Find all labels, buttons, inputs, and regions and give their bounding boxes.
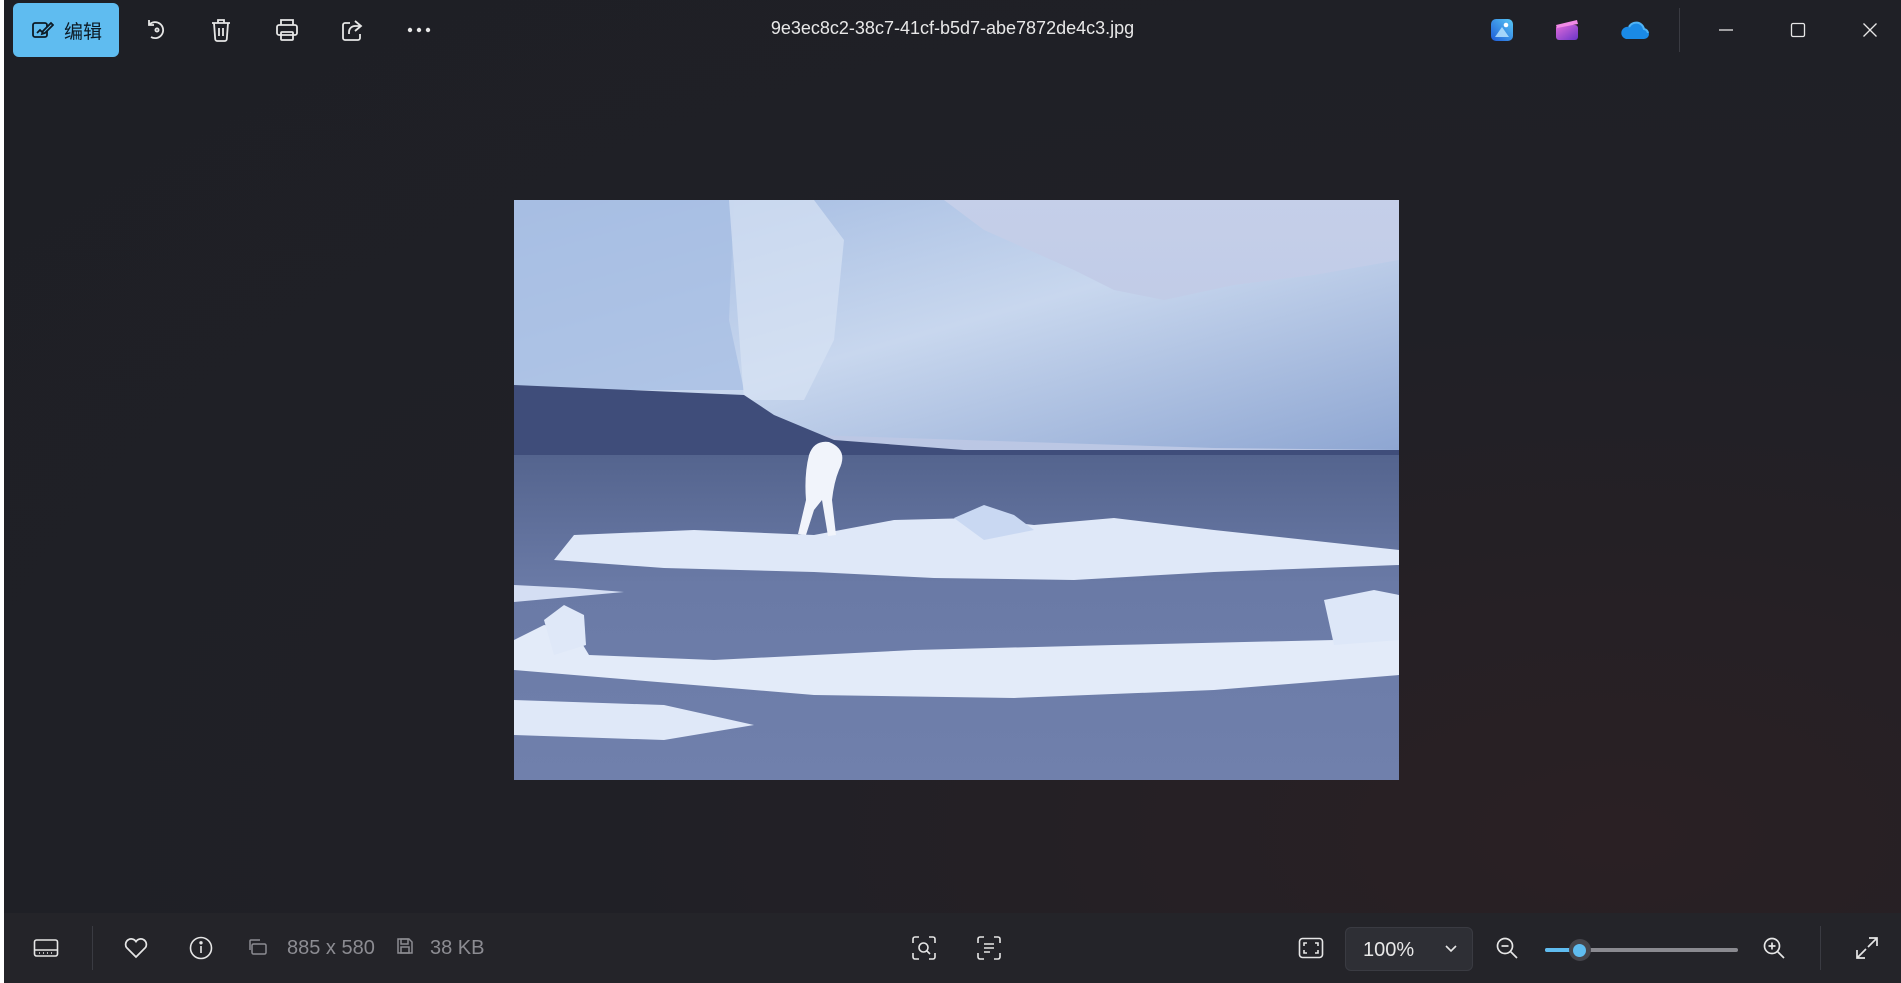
chevron-down-icon — [1444, 944, 1458, 954]
expand-icon — [1855, 936, 1879, 960]
delete-button[interactable] — [195, 6, 247, 54]
designer-app-button[interactable] — [1476, 6, 1528, 54]
clipchamp-app-icon — [1554, 18, 1580, 42]
zoom-slider-thumb[interactable] — [1568, 939, 1591, 961]
info-icon — [188, 935, 214, 961]
zoom-in-icon — [1762, 936, 1786, 960]
status-divider — [92, 926, 93, 970]
onedrive-button[interactable] — [1608, 6, 1660, 54]
top-toolbar: 编辑 9e3ec8c2-38c7-41cf-b5d7-abe7872de4c3.… — [4, 0, 1901, 60]
zoom-value: 100% — [1363, 939, 1415, 961]
rotate-icon — [143, 17, 169, 43]
onedrive-cloud-icon — [1618, 19, 1650, 41]
full-screen-button[interactable] — [1847, 930, 1887, 966]
edit-button[interactable]: 编辑 — [13, 3, 119, 57]
zoom-out-button[interactable] — [1487, 930, 1527, 966]
filmstrip-button[interactable] — [26, 930, 66, 966]
close-icon — [1862, 22, 1878, 38]
edit-label: 编辑 — [63, 21, 102, 43]
scan-text-icon — [976, 935, 1002, 961]
share-icon — [340, 17, 366, 43]
visual-search-button[interactable] — [904, 930, 944, 966]
image-dimensions: 885 x 580 — [287, 937, 375, 959]
save-file-icon — [396, 937, 414, 955]
fit-to-window-button[interactable] — [1291, 930, 1331, 966]
zoom-out-icon — [1495, 936, 1519, 960]
maximize-button[interactable] — [1770, 6, 1826, 54]
close-button[interactable] — [1842, 6, 1898, 54]
file-info-button[interactable] — [181, 930, 221, 966]
share-button[interactable] — [327, 6, 379, 54]
more-options-button[interactable] — [393, 6, 445, 54]
scan-text-button[interactable] — [969, 930, 1009, 966]
designer-app-icon — [1490, 18, 1514, 42]
status-bar: 885 x 580 38 KB 100% — [4, 913, 1901, 983]
filmstrip-icon — [33, 938, 59, 958]
photos-app-window: 编辑 9e3ec8c2-38c7-41cf-b5d7-abe7872de4c3.… — [0, 0, 1901, 983]
visual-search-icon — [911, 935, 937, 961]
print-button[interactable] — [261, 6, 313, 54]
zoom-in-button[interactable] — [1754, 930, 1794, 966]
toolbar-divider — [1679, 8, 1680, 52]
edit-image-icon — [30, 18, 54, 42]
file-size: 38 KB — [430, 937, 485, 959]
maximize-icon — [1790, 22, 1806, 38]
photo-image[interactable] — [514, 200, 1399, 780]
minimize-button[interactable] — [1698, 6, 1754, 54]
heart-icon — [123, 936, 149, 960]
minimize-icon — [1718, 22, 1734, 38]
clipchamp-app-button[interactable] — [1541, 6, 1593, 54]
favorite-button[interactable] — [116, 930, 156, 966]
print-icon — [274, 17, 300, 43]
status-divider — [1820, 926, 1821, 970]
zoom-level-dropdown[interactable]: 100% — [1345, 927, 1473, 971]
rotate-button[interactable] — [130, 6, 182, 54]
dimensions-icon — [248, 938, 268, 956]
more-options-icon — [406, 26, 432, 34]
fit-to-window-icon — [1298, 937, 1324, 959]
delete-icon — [209, 17, 233, 43]
zoom-slider[interactable] — [1545, 939, 1738, 961]
